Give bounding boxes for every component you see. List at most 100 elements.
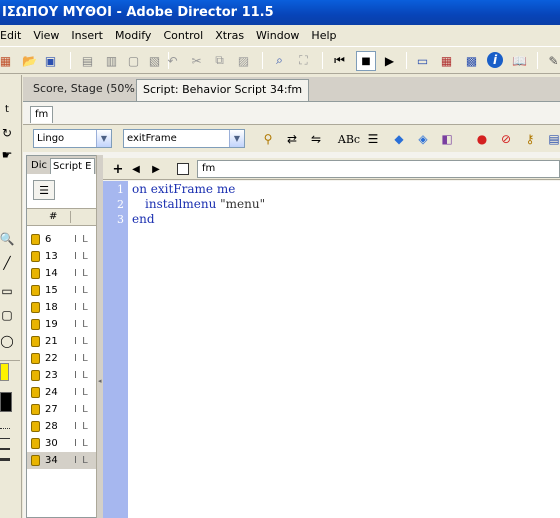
cast-list-item[interactable]: 13 I L [27,248,100,265]
cast-list-item[interactable]: 22 I L [27,350,100,367]
copy-icon[interactable]: ⧉ [210,51,229,70]
save-and-compact-icon[interactable]: ▥ [102,51,121,70]
menu-insert[interactable]: Insert [66,29,110,42]
cast-list-item[interactable]: 28 I L [27,418,100,435]
import-icon[interactable]: ▧ [145,51,164,70]
paste-icon[interactable]: ▨ [234,51,253,70]
code-line-3: end [132,212,155,226]
chevron-down-icon: ▼ [229,130,244,147]
cast-member-number: 14 [45,268,58,279]
scripting-objects-icon[interactable]: ◆ [390,130,408,148]
info-icon[interactable]: i [487,52,503,68]
tab-dictionary[interactable]: Dic [29,158,49,174]
line-width-2[interactable] [0,448,10,450]
toolbar-separator [70,52,71,69]
background-color-swatch[interactable] [0,392,12,412]
round-rect-tool-icon[interactable]: ▢ [0,307,14,323]
menu-modify[interactable]: Modify [110,29,158,42]
line-width-1[interactable] [0,438,10,439]
recompile-icon[interactable]: ▤ [545,130,560,148]
menu-view[interactable]: View [28,29,66,42]
behavior-script-icon [31,455,40,466]
save-icon[interactable]: ▣ [41,51,60,70]
cast-member-number: 27 [45,404,58,415]
cast-member-flags: I L [74,353,89,364]
menu-xtras[interactable]: Xtras [210,29,251,42]
undo-icon[interactable]: ↶ [163,51,182,70]
code-editor[interactable]: on exitFrame me installmenu "menu" end [128,181,560,518]
tab-script[interactable]: Script: Behavior Script 34:fm [136,79,310,101]
cast-list-item[interactable]: 34 I L [27,452,100,469]
behavior-script-icon [31,370,40,381]
watch-expression-icon[interactable]: ⚷ [521,130,539,148]
list-view-icon[interactable]: ☰ [33,180,55,200]
publish-icon[interactable]: ▢ [124,51,143,70]
drag-cast-member-icon[interactable] [177,163,189,175]
cast-list-item[interactable]: 30 I L [27,435,100,452]
uncomment-icon[interactable]: ⇋ [307,130,325,148]
align-icon[interactable]: ⛶ [294,51,313,70]
ignore-breakpoints-icon[interactable]: ⊘ [497,130,515,148]
toolbar-separator [262,52,263,69]
keyword-on: on [132,182,147,196]
menu-help[interactable]: Help [306,29,343,42]
cast-window-icon[interactable]: ▩ [462,51,481,70]
tab-score-stage[interactable]: Score, Stage (50%) [27,79,146,101]
cut-icon[interactable]: ✂ [187,51,206,70]
cast-list-item[interactable]: 24 I L [27,384,100,401]
ellipse-tool-icon[interactable]: ◯ [0,333,14,349]
member-name-field[interactable]: fm [197,160,560,178]
foreground-color-swatch[interactable] [0,363,9,381]
stop-icon[interactable]: ■ [356,51,376,71]
tool-label: t [5,103,9,115]
menu-edit[interactable]: Edit [0,29,28,42]
new-movie-icon[interactable]: ▦ [0,51,15,70]
main-toolbar: ▦ 📂 ▣ ▤ ▥ ▢ ▧ ↶ ✂ ⧉ ▨ ⌕ ⛶ ⏮ ■ ▶ ▭ ▦ ▩ i … [0,46,560,74]
handler-select[interactable]: exitFrame ▼ [123,129,245,148]
cast-list-item[interactable]: 14 I L [27,265,100,282]
menu-window[interactable]: Window [251,29,306,42]
cast-list-item[interactable]: 27 I L [27,401,100,418]
keyword-end: end [132,212,155,226]
cast-list-item[interactable]: 21 I L [27,333,100,350]
language-select[interactable]: Lingo ▼ [33,129,112,148]
cast-list-item[interactable]: 18 I L [27,299,100,316]
cast-list-item[interactable]: 6 I L [27,231,100,248]
toolbar-separator [537,52,538,69]
pen-icon[interactable]: ✎ [544,51,560,70]
script-subtab[interactable]: fm [30,106,54,123]
comment-icon[interactable]: ⇄ [283,130,301,148]
score-window-icon[interactable]: ▦ [437,51,456,70]
pane-splitter[interactable]: ◂ [96,155,103,518]
toggle-breakpoint-icon[interactable]: ● [473,130,491,148]
zoom-tool-icon[interactable]: 🔍 [0,231,14,247]
rotate-tool-icon[interactable]: ↻ [0,125,14,141]
3d-lingo-icon[interactable]: ◈ [414,130,432,148]
new-script-icon[interactable]: + [111,161,125,177]
behavior-script-icon [31,387,40,398]
cast-list-item[interactable]: 15 I L [27,282,100,299]
menu-control[interactable]: Control [158,29,210,42]
cast-list-item[interactable]: 23 I L [27,367,100,384]
tab-script-editor[interactable]: Script E [50,158,95,174]
xtras-icon[interactable]: ◧ [438,130,456,148]
previous-cast-member-icon[interactable]: ◀ [129,161,143,177]
go-to-handler-icon[interactable]: ⚲ [259,130,277,148]
play-icon[interactable]: ▶ [380,51,399,70]
find-icon[interactable]: ⌕ [270,51,289,70]
cast-list-item[interactable]: 19 I L [27,316,100,333]
line-tool-icon[interactable]: ╱ [0,255,14,271]
stage-window-icon[interactable]: ▭ [413,51,432,70]
line-width-3[interactable] [0,458,10,461]
open-folder-icon[interactable]: 📂 [20,51,39,70]
categorized-lingo-icon[interactable]: ☰ [364,130,382,148]
alphabetical-lingo-icon[interactable]: ABc [338,130,360,148]
cast-column-header[interactable]: # [27,208,100,226]
hand-tool-icon[interactable]: ☛ [0,147,14,163]
next-cast-member-icon[interactable]: ▶ [149,161,163,177]
line-width-dotted[interactable] [0,428,10,429]
rewind-icon[interactable]: ⏮ [330,51,349,70]
rect-tool-icon[interactable]: ▭ [0,283,14,299]
library-icon[interactable]: 📖 [510,51,529,70]
save-all-icon[interactable]: ▤ [78,51,97,70]
